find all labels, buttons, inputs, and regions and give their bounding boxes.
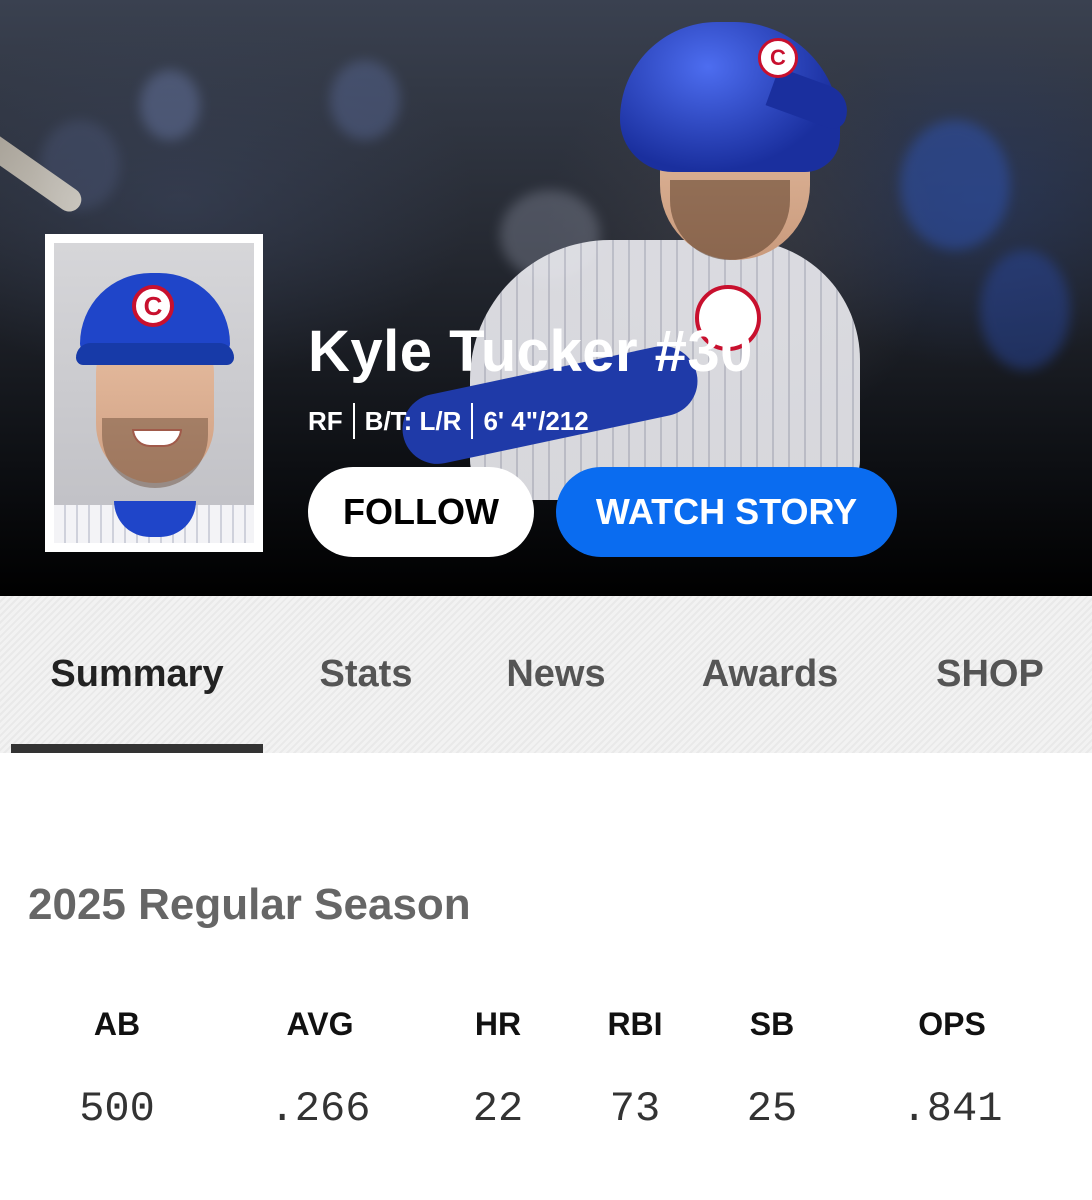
- profile-tab-bar: Summary Stats News Awards SHOP: [0, 596, 1092, 753]
- stat-value: .266: [269, 1085, 371, 1133]
- player-name: Kyle Tucker #30: [308, 319, 753, 384]
- player-height-weight: 6' 4"/212: [483, 405, 589, 436]
- stat-label: AB: [93, 1006, 141, 1042]
- player-headshot: C: [45, 234, 263, 552]
- tab-summary[interactable]: Summary: [11, 596, 263, 753]
- cap-logo-icon: C: [132, 285, 174, 327]
- active-tab-indicator: [11, 744, 263, 753]
- tab-awards[interactable]: Awards: [675, 596, 865, 753]
- stat-label: RBI: [607, 1006, 663, 1042]
- tab-stats[interactable]: Stats: [285, 596, 447, 753]
- crowd-figure: [140, 70, 200, 140]
- team-logo-icon: C: [758, 38, 798, 78]
- stat-value: 73: [609, 1085, 661, 1133]
- meta-divider: [352, 403, 355, 439]
- watch-story-button[interactable]: WATCH STORY: [556, 467, 897, 557]
- stat-ab: AB 500: [37, 1000, 197, 1134]
- stat-value: 25: [746, 1085, 798, 1133]
- stat-value: .841: [901, 1085, 1003, 1133]
- tab-shop[interactable]: SHOP: [905, 596, 1075, 753]
- stat-label: SB: [749, 1006, 795, 1042]
- stat-value: 22: [472, 1085, 524, 1133]
- stat-ops: OPS .841: [872, 1000, 1032, 1134]
- stat-sb: SB 25: [692, 1000, 852, 1134]
- stat-rbi: RBI 73: [555, 1000, 715, 1134]
- stat-avg: AVG .266: [240, 1000, 400, 1134]
- player-meta: RF B/T: L/R 6' 4"/212: [308, 403, 589, 439]
- season-title: 2025 Regular Season: [28, 880, 471, 929]
- meta-divider: [471, 403, 474, 439]
- crowd-figure: [980, 250, 1070, 370]
- follow-button[interactable]: FOLLOW: [308, 467, 534, 557]
- crowd-figure: [900, 120, 1010, 250]
- stat-value: 500: [79, 1085, 155, 1133]
- crowd-figure: [330, 60, 400, 140]
- player-bats-throws: B/T: L/R: [364, 405, 462, 436]
- player-hero-banner: C C Kyle Tucker #30 RF B/T: L/R 6' 4"/21…: [0, 0, 1092, 596]
- stat-hr: HR 22: [418, 1000, 578, 1134]
- tab-news[interactable]: News: [478, 596, 634, 753]
- stat-label: AVG: [286, 1006, 354, 1042]
- player-position: RF: [308, 405, 343, 436]
- stat-label: OPS: [918, 1006, 986, 1042]
- stat-label: HR: [474, 1006, 522, 1042]
